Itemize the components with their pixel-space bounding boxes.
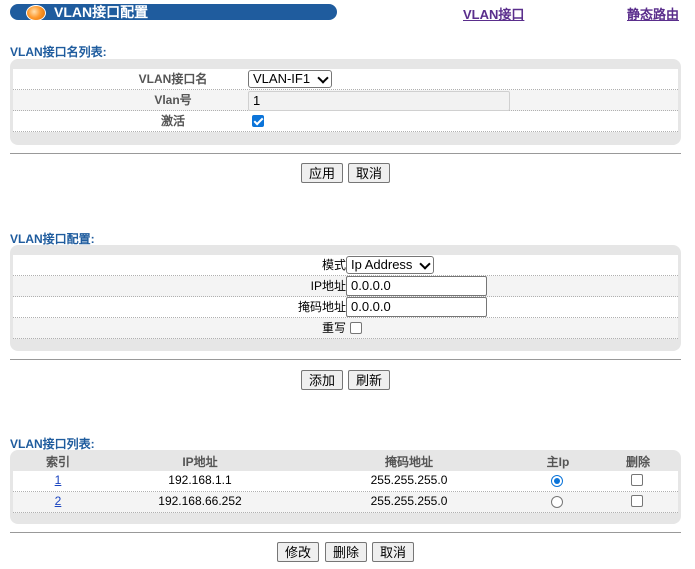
delete-checkbox[interactable]: [631, 474, 643, 486]
orb-icon: [26, 5, 46, 21]
active-row: 激活: [13, 111, 678, 132]
vlan-name-value: VLAN-IF1: [253, 71, 311, 86]
name-list-title: VLAN接口名列表:: [10, 45, 107, 59]
active-label: 激活: [160, 114, 185, 128]
table-row: 2 192.168.66.252 255.255.255.0: [13, 492, 678, 513]
ip-row: IP地址 0.0.0.0: [13, 276, 678, 297]
ip-label: IP地址: [310, 279, 346, 293]
primary-ip-radio[interactable]: [551, 496, 563, 508]
apply-button[interactable]: 应用: [301, 163, 343, 183]
active-checkbox[interactable]: [252, 115, 264, 127]
mode-row: 模式 Ip Address: [13, 255, 678, 276]
rewrite-label: 重写: [321, 321, 346, 335]
mode-value: Ip Address: [351, 257, 413, 272]
primary-ip-radio[interactable]: [551, 475, 563, 487]
col-primary: 主Ip: [546, 455, 570, 469]
row-ip: 192.168.66.252: [158, 494, 242, 508]
col-ip: IP地址: [182, 455, 218, 469]
delete-checkbox[interactable]: [631, 495, 643, 507]
col-delete: 删除: [625, 455, 650, 469]
mask-address-field[interactable]: 0.0.0.0: [346, 297, 487, 317]
vlan-row: Vlan号 1: [13, 90, 678, 111]
cancel-button[interactable]: 取消: [348, 163, 390, 183]
col-mask: 掩码地址: [384, 455, 433, 469]
page-title: VLAN接口配置: [54, 4, 149, 20]
modify-button[interactable]: 修改: [277, 542, 319, 562]
name-label: VLAN接口名: [138, 72, 208, 86]
cancel-list-button[interactable]: 取消: [372, 542, 414, 562]
chevron-down-icon: [419, 258, 431, 270]
row-ip: 192.168.1.1: [168, 473, 232, 487]
mask-row: 掩码地址 0.0.0.0: [13, 297, 678, 318]
mode-select[interactable]: Ip Address: [346, 256, 434, 274]
row-index-link[interactable]: 2: [38, 492, 78, 510]
vlan-label: Vlan号: [154, 93, 192, 107]
table-row: 1 192.168.1.1 255.255.255.0: [13, 471, 678, 492]
mask-label: 掩码地址: [297, 300, 346, 314]
table-header: 索引 IP地址 掩码地址 主Ip 删除: [13, 453, 678, 471]
divider: [10, 153, 681, 154]
config-panel: 模式 Ip Address IP地址 0.0.0.0 掩码地址 0.0.0.0 …: [10, 245, 681, 351]
name-row: VLAN接口名 VLAN-IF1: [13, 69, 678, 90]
rewrite-checkbox[interactable]: [350, 322, 362, 334]
row-mask: 255.255.255.0: [370, 473, 448, 487]
refresh-button[interactable]: 刷新: [348, 370, 390, 390]
chevron-down-icon: [317, 72, 329, 84]
iface-list-panel: 索引 IP地址 掩码地址 主Ip 删除 1 192.168.1.1 255.25…: [10, 450, 681, 524]
divider: [10, 532, 681, 533]
row-mask: 255.255.255.0: [370, 494, 448, 508]
row-index-link[interactable]: 1: [38, 471, 78, 489]
col-index: 索引: [45, 455, 70, 469]
vlan-number-field: 1: [248, 91, 510, 111]
ip-address-field[interactable]: 0.0.0.0: [346, 276, 487, 296]
vlan-interface-link[interactable]: VLAN接口: [463, 4, 524, 23]
vlan-name-select[interactable]: VLAN-IF1: [248, 70, 332, 88]
header-bar: VLAN接口配置: [10, 4, 337, 21]
divider: [10, 359, 681, 360]
name-list-panel: VLAN接口名 VLAN-IF1 Vlan号 1 激活: [10, 59, 681, 145]
add-button[interactable]: 添加: [301, 370, 343, 390]
delete-button[interactable]: 删除: [325, 542, 367, 562]
mode-label: 模式: [321, 258, 346, 272]
static-route-link[interactable]: 静态路由: [627, 4, 679, 23]
rewrite-row: 重写: [13, 318, 678, 339]
